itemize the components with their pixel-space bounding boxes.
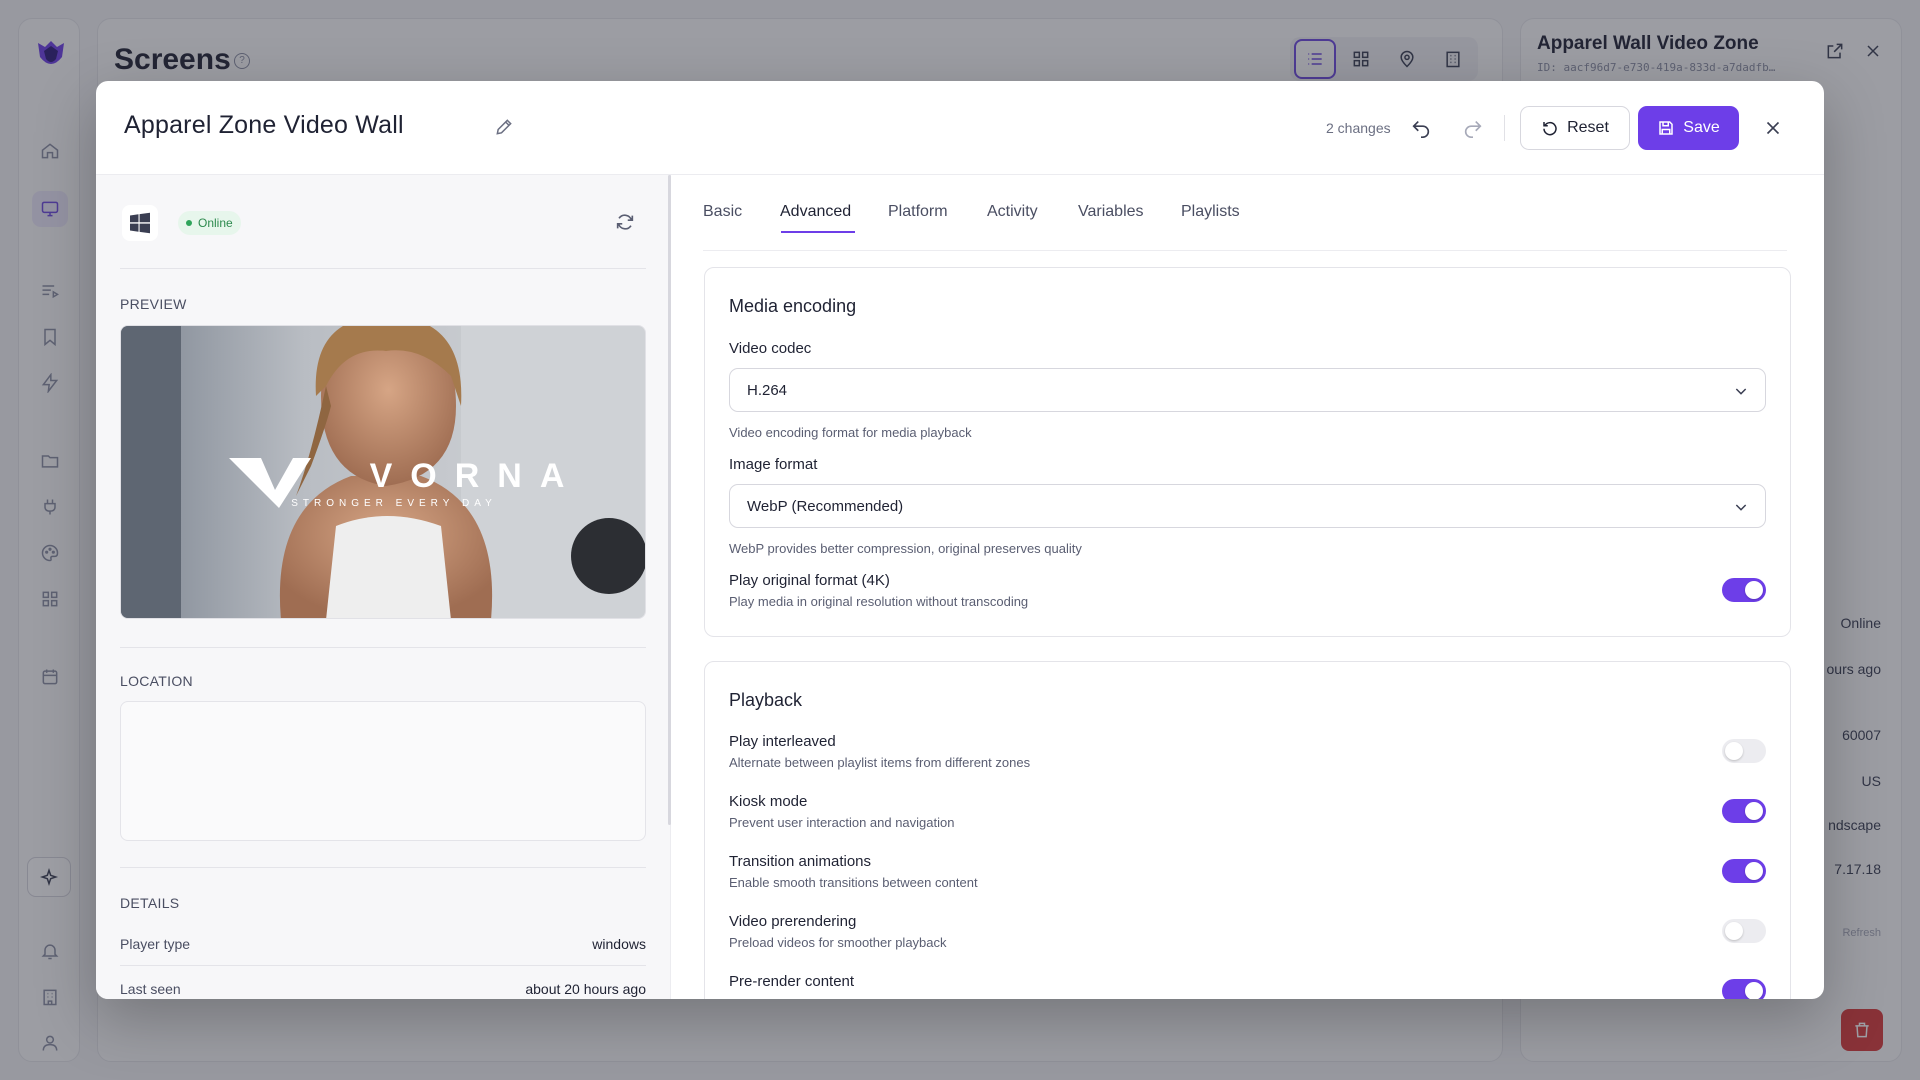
image-format-label: Image format: [729, 456, 818, 473]
toggle-knob: [1745, 802, 1763, 820]
detail-value: about 20 hours ago: [525, 981, 646, 997]
reset-icon: [1543, 121, 1557, 136]
video-prerendering-help: Preload videos for smoother playback: [729, 935, 947, 950]
details-label: DETAILS: [120, 895, 180, 911]
transition-animations-help: Enable smooth transitions between conten…: [729, 875, 978, 890]
toggle-knob: [1745, 982, 1763, 999]
pre-render-content-toggle[interactable]: [1722, 979, 1766, 999]
tab-basic[interactable]: Basic: [703, 203, 742, 221]
tab-variables[interactable]: Variables: [1078, 203, 1144, 221]
chevron-down-icon: [1735, 388, 1747, 395]
active-tab-indicator: [781, 231, 855, 233]
video-prerendering-toggle[interactable]: [1722, 919, 1766, 943]
status-dot: [186, 220, 192, 226]
playback-title: Playback: [729, 690, 803, 710]
undo-icon[interactable]: [1410, 117, 1432, 139]
refresh-icon[interactable]: [614, 211, 636, 233]
play-original-toggle[interactable]: [1722, 578, 1766, 602]
video-codec-help: Video encoding format for media playback: [729, 425, 972, 440]
image-format-value: WebP (Recommended): [747, 498, 904, 515]
status-text: Online: [198, 216, 233, 230]
close-icon[interactable]: [1762, 117, 1784, 139]
pencil-icon[interactable]: [494, 117, 514, 137]
video-prerendering-label: Video prerendering: [729, 913, 857, 930]
location-map[interactable]: [120, 701, 646, 841]
settings-tabs: Basic Advanced Platform Activity Variabl…: [703, 175, 1787, 251]
tab-playlists[interactable]: Playlists: [1181, 203, 1240, 221]
play-interleaved-label: Play interleaved: [729, 733, 836, 750]
detail-row-last-seen: Last seen about 20 hours ago: [120, 981, 646, 997]
play-original-help: Play media in original resolution withou…: [729, 594, 1029, 609]
play-original-label: Play original format (4K): [729, 572, 890, 589]
video-codec-value: H.264: [747, 382, 788, 399]
screen-summary-pane: Online PREVIEW VORNA STRONGER EVERY DAY …: [96, 175, 671, 999]
preview-label: PREVIEW: [120, 296, 187, 312]
play-interleaved-help: Alternate between playlist items from di…: [729, 755, 1031, 770]
section-divider: [120, 867, 646, 868]
tab-advanced[interactable]: Advanced: [780, 203, 851, 221]
toggle-knob: [1725, 922, 1743, 940]
preview-image: VORNA STRONGER EVERY DAY: [121, 326, 645, 618]
preview-tagline-text: STRONGER EVERY DAY: [291, 498, 497, 509]
detail-key: Last seen: [120, 981, 181, 997]
preview-brand-text: VORNA: [370, 457, 583, 495]
status-badge: Online: [178, 211, 241, 235]
windows-logo-icon: [130, 212, 150, 234]
toggle-knob: [1745, 862, 1763, 880]
modal-title: Apparel Zone Video Wall: [124, 111, 404, 139]
image-format-select[interactable]: WebP (Recommended): [729, 484, 1766, 528]
left-pane-scrollbar[interactable]: [668, 175, 671, 825]
pre-render-content-label: Pre-render content: [729, 973, 855, 990]
row-divider: [120, 965, 646, 966]
toggle-knob: [1745, 581, 1763, 599]
play-interleaved-toggle[interactable]: [1722, 739, 1766, 763]
detail-row-player-type: Player type windows: [120, 936, 646, 952]
kiosk-mode-label: Kiosk mode: [729, 793, 808, 810]
location-label: LOCATION: [120, 673, 193, 689]
reset-button[interactable]: Reset: [1520, 106, 1630, 150]
screen-edit-modal: Apparel Zone Video Wall 2 changes Reset …: [96, 81, 1824, 999]
section-divider: [120, 647, 646, 648]
save-button[interactable]: Save: [1638, 106, 1739, 150]
transition-animations-toggle[interactable]: [1722, 859, 1766, 883]
tab-activity[interactable]: Activity: [987, 203, 1038, 221]
modal-header: Apparel Zone Video Wall 2 changes Reset …: [96, 81, 1824, 175]
save-label: Save: [1683, 119, 1720, 136]
media-encoding-card: Media encoding Video codec H.264 Video e…: [704, 267, 1791, 637]
video-codec-select[interactable]: H.264: [729, 368, 1766, 412]
detail-key: Player type: [120, 936, 191, 952]
chevron-down-icon: [1735, 504, 1747, 511]
floppy-disk-icon: [1659, 121, 1674, 135]
detail-value: windows: [592, 936, 646, 952]
kiosk-mode-toggle[interactable]: [1722, 799, 1766, 823]
reset-label: Reset: [1567, 119, 1609, 136]
playback-card: Playback Play interleaved Alternate betw…: [704, 661, 1791, 999]
media-encoding-title: Media encoding: [729, 296, 857, 316]
header-divider: [1504, 115, 1505, 141]
video-codec-label: Video codec: [729, 340, 812, 357]
image-format-help: WebP provides better compression, origin…: [729, 541, 1082, 556]
windows-icon: [122, 205, 158, 241]
transition-animations-label: Transition animations: [729, 853, 872, 870]
content-preview[interactable]: VORNA STRONGER EVERY DAY: [120, 325, 646, 619]
tab-platform[interactable]: Platform: [888, 203, 948, 221]
redo-icon[interactable]: [1462, 117, 1484, 139]
kiosk-mode-help: Prevent user interaction and navigation: [729, 815, 955, 830]
section-divider: [120, 268, 646, 269]
toggle-knob: [1725, 742, 1743, 760]
changes-count: 2 changes: [1326, 120, 1391, 136]
